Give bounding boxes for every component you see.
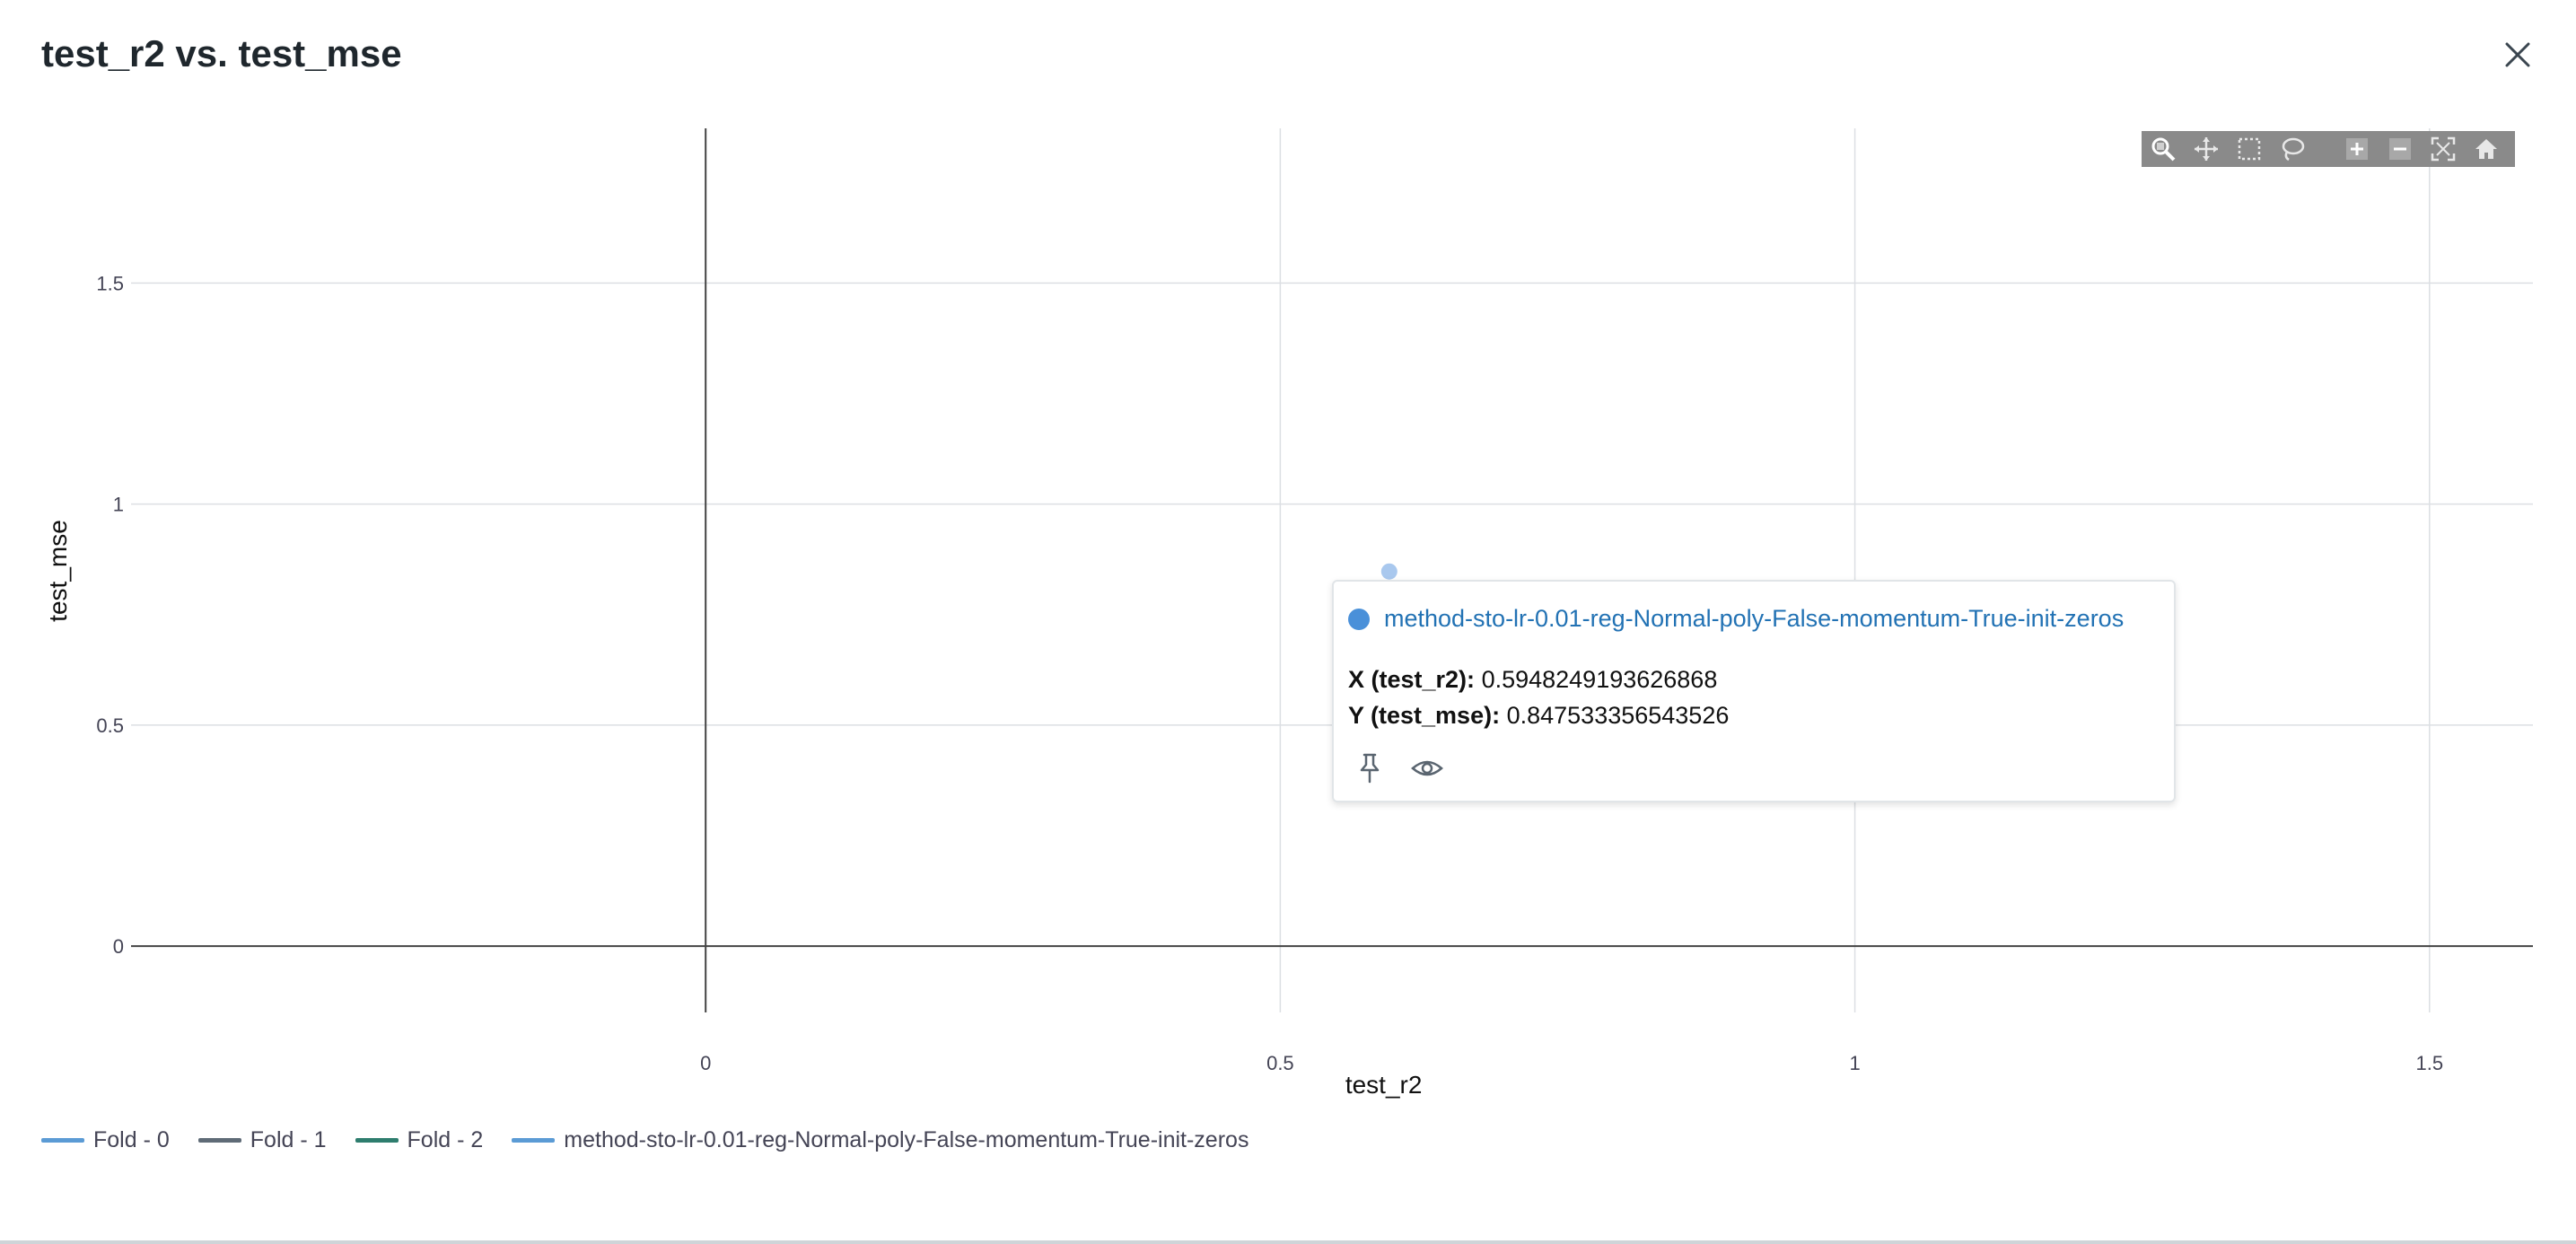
data-points (1380, 563, 1398, 580)
legend-label: Fold - 0 (93, 1127, 170, 1152)
chart-legend: Fold - 0 Fold - 1 Fold - 2 method-sto-lr-0.… (41, 1127, 1277, 1153)
pan-button[interactable] (2185, 131, 2228, 167)
box-select-button[interactable] (2228, 131, 2271, 167)
lasso-select-button[interactable] (2271, 131, 2314, 167)
box-select-icon (2238, 137, 2261, 161)
tooltip-y-number: 0.847533356543526 (1506, 702, 1730, 729)
tooltip-x-value: X (test_r2): 0.5948249193626868 (1348, 666, 1717, 694)
legend-item[interactable]: Fold - 1 (197, 1127, 327, 1153)
legend-label: Fold - 2 (407, 1127, 484, 1152)
zoom-icon (2151, 137, 2176, 162)
tooltip-actions (1352, 750, 1467, 786)
pin-button[interactable] (1352, 750, 1388, 786)
toggle-visibility-button[interactable] (1409, 750, 1445, 786)
x-tick-label: 1 (1849, 1052, 1860, 1074)
plot-modebar (2142, 131, 2515, 167)
legend-swatch (512, 1138, 556, 1143)
hover-tooltip: method-sto-lr-0.01-reg-Normal-poly-False… (1332, 580, 2176, 802)
zoom-in-button[interactable] (2335, 131, 2379, 167)
legend-swatch (197, 1138, 241, 1143)
x-tick-label: 0.5 (1266, 1052, 1294, 1074)
scatter-point (1380, 563, 1398, 580)
chart-modal: test_r2 vs. test_mse 0 0.5 1 1.5 0 0.5 1 1.5 t… (0, 0, 2576, 1244)
y-tick-label: 1 (113, 494, 124, 516)
y-tick-labels: 0 0.5 1 1.5 (96, 272, 124, 958)
eye-icon (1411, 760, 1443, 776)
y-tick-label: 0.5 (96, 714, 124, 737)
tooltip-x-label: X (test_r2): (1348, 666, 1476, 693)
legend-swatch (355, 1138, 399, 1143)
legend-item[interactable]: Fold - 2 (355, 1127, 484, 1153)
zoom-button[interactable] (2142, 131, 2185, 167)
pan-icon (2195, 137, 2218, 161)
scatter-chart: 0 0.5 1 1.5 0 0.5 1 1.5 test_r2 test_mse (44, 128, 2533, 1099)
y-tick-label: 0 (113, 935, 124, 958)
x-axis-title: test_r2 (1345, 1071, 1423, 1099)
tooltip-x-number: 0.5948249193626868 (1481, 666, 1718, 693)
lasso-select-icon (2282, 137, 2305, 162)
zoom-in-icon (2346, 138, 2368, 160)
y-axis-title: test_mse (44, 520, 72, 622)
run-color-dot (1348, 608, 1370, 630)
x-grid (1279, 128, 2431, 1012)
legend-item[interactable]: Fold - 0 (41, 1127, 170, 1153)
zero-lines (131, 128, 2533, 1012)
x-tick-label: 1.5 (2415, 1052, 2443, 1074)
zoom-out-icon (2389, 138, 2411, 160)
tooltip-y-value: Y (test_mse): 0.847533356543526 (1348, 702, 1729, 730)
y-tick-label: 1.5 (96, 272, 124, 294)
tooltip-y-label: Y (test_mse): (1348, 702, 1501, 729)
pin-icon (1360, 753, 1380, 784)
bottom-divider (0, 1240, 2576, 1244)
tooltip-run-link[interactable]: method-sto-lr-0.01-reg-Normal-poly-False… (1384, 605, 2124, 633)
legend-item[interactable]: method-sto-lr-0.01-reg-Normal-poly-False… (512, 1127, 1249, 1153)
reset-axes-icon (2475, 139, 2497, 159)
x-tick-label: 0 (700, 1052, 711, 1074)
legend-label: method-sto-lr-0.01-reg-Normal-poly-False… (564, 1127, 1249, 1152)
legend-swatch (41, 1138, 84, 1143)
autoscale-icon (2431, 136, 2456, 162)
legend-label: Fold - 1 (250, 1127, 327, 1152)
autoscale-button[interactable] (2422, 131, 2465, 167)
x-tick-labels: 0 0.5 1 1.5 (700, 1052, 2443, 1074)
reset-axes-button[interactable] (2465, 131, 2508, 167)
zoom-out-button[interactable] (2379, 131, 2422, 167)
tooltip-header: method-sto-lr-0.01-reg-Normal-poly-False… (1348, 605, 2124, 633)
